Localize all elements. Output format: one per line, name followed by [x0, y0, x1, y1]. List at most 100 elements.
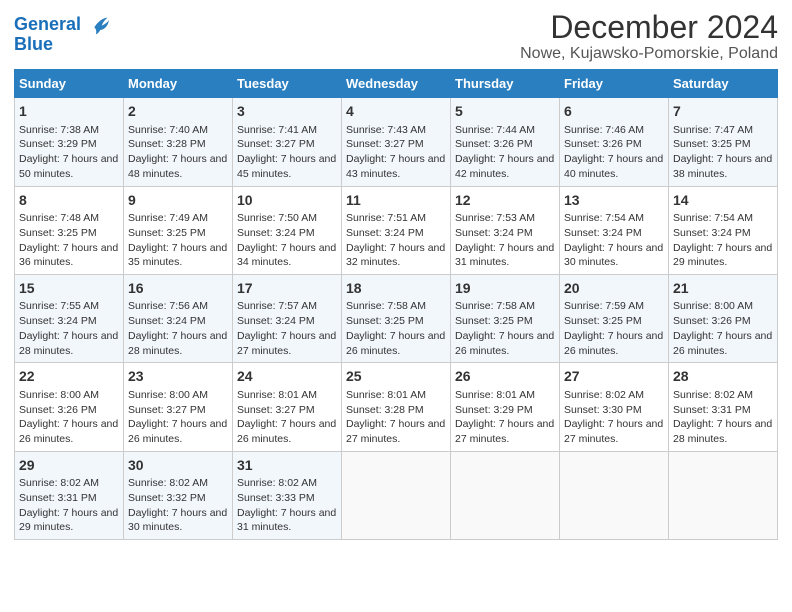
- sunrise-text: Sunrise: 8:01 AM: [346, 389, 426, 401]
- logo: General Blue: [14, 14, 109, 55]
- daylight-text: Daylight: 7 hours and 26 minutes.: [346, 330, 445, 357]
- daylight-text: Daylight: 7 hours and 27 minutes.: [564, 418, 663, 445]
- daylight-text: Daylight: 7 hours and 29 minutes.: [673, 242, 772, 269]
- sunset-text: Sunset: 3:29 PM: [455, 404, 533, 416]
- sunrise-text: Sunrise: 8:01 AM: [237, 389, 317, 401]
- sunrise-text: Sunrise: 7:54 AM: [564, 212, 644, 224]
- day-number: 2: [128, 102, 228, 122]
- day-number: 27: [564, 367, 664, 387]
- calendar-cell: 9Sunrise: 7:49 AMSunset: 3:25 PMDaylight…: [124, 186, 233, 274]
- calendar-cell: 13Sunrise: 7:54 AMSunset: 3:24 PMDayligh…: [560, 186, 669, 274]
- calendar-cell: 11Sunrise: 7:51 AMSunset: 3:24 PMDayligh…: [342, 186, 451, 274]
- day-number: 30: [128, 456, 228, 476]
- daylight-text: Daylight: 7 hours and 36 minutes.: [19, 242, 118, 269]
- sunrise-text: Sunrise: 8:02 AM: [128, 477, 208, 489]
- daylight-text: Daylight: 7 hours and 45 minutes.: [237, 153, 336, 180]
- day-number: 10: [237, 191, 337, 211]
- sunrise-text: Sunrise: 7:47 AM: [673, 124, 753, 136]
- calendar-cell: 7Sunrise: 7:47 AMSunset: 3:25 PMDaylight…: [669, 98, 778, 186]
- calendar-week-1: 1Sunrise: 7:38 AMSunset: 3:29 PMDaylight…: [15, 98, 778, 186]
- daylight-text: Daylight: 7 hours and 43 minutes.: [346, 153, 445, 180]
- sunset-text: Sunset: 3:30 PM: [564, 404, 642, 416]
- sunset-text: Sunset: 3:26 PM: [564, 138, 642, 150]
- calendar-cell: 29Sunrise: 8:02 AMSunset: 3:31 PMDayligh…: [15, 451, 124, 539]
- daylight-text: Daylight: 7 hours and 26 minutes.: [128, 418, 227, 445]
- sunrise-text: Sunrise: 7:56 AM: [128, 300, 208, 312]
- calendar-cell: [451, 451, 560, 539]
- sunrise-text: Sunrise: 7:51 AM: [346, 212, 426, 224]
- daylight-text: Daylight: 7 hours and 26 minutes.: [455, 330, 554, 357]
- day-number: 12: [455, 191, 555, 211]
- calendar-cell: 1Sunrise: 7:38 AMSunset: 3:29 PMDaylight…: [15, 98, 124, 186]
- calendar-week-4: 22 Sunrise: 8:00 AM Sunset: 3:26 PM Dayligh…: [15, 363, 778, 451]
- calendar-cell: 30Sunrise: 8:02 AMSunset: 3:32 PMDayligh…: [124, 451, 233, 539]
- sunset-text: Sunset: 3:27 PM: [346, 138, 424, 150]
- daylight-text: Daylight: 7 hours and 48 minutes.: [128, 153, 227, 180]
- sunset-text: Sunset: 3:24 PM: [19, 315, 97, 327]
- sunset-text: Sunset: 3:24 PM: [346, 227, 424, 239]
- day-number: 1: [19, 102, 119, 122]
- day-number: 13: [564, 191, 664, 211]
- sunset-text: Sunset: 3:25 PM: [455, 315, 533, 327]
- day-number: 25: [346, 367, 446, 387]
- sunrise-text: Sunrise: 7:46 AM: [564, 124, 644, 136]
- calendar-cell: 31Sunrise: 8:02 AMSunset: 3:33 PMDayligh…: [233, 451, 342, 539]
- sunrise-text: Sunrise: 8:02 AM: [237, 477, 317, 489]
- daylight-text: Daylight: 7 hours and 40 minutes.: [564, 153, 663, 180]
- sunrise-text: Sunrise: 8:00 AM: [19, 389, 99, 401]
- day-number: 7: [673, 102, 773, 122]
- sunset-text: Sunset: 3:24 PM: [673, 227, 751, 239]
- header-friday: Friday: [560, 70, 669, 98]
- calendar-cell: 22Sunrise: 8:00 AMSunset: 3:26 PMDayligh…: [15, 363, 124, 451]
- sunset-text: Sunset: 3:24 PM: [564, 227, 642, 239]
- sunrise-text: Sunrise: 7:38 AM: [19, 124, 99, 136]
- sunset-text: Sunset: 3:33 PM: [237, 492, 315, 504]
- header-row: General Blue December 2024 Nowe, Kujawsk…: [14, 10, 778, 63]
- day-number: 20: [564, 279, 664, 299]
- header-tuesday: Tuesday: [233, 70, 342, 98]
- day-number: 5: [455, 102, 555, 122]
- sunset-text: Sunset: 3:25 PM: [346, 315, 424, 327]
- daylight-text: Daylight: 7 hours and 34 minutes.: [237, 242, 336, 269]
- sunset-text: Sunset: 3:31 PM: [673, 404, 751, 416]
- calendar-cell: 3Sunrise: 7:41 AMSunset: 3:27 PMDaylight…: [233, 98, 342, 186]
- day-number: 24: [237, 367, 337, 387]
- sunrise-text: Sunrise: 7:44 AM: [455, 124, 535, 136]
- title-block: December 2024 Nowe, Kujawsko-Pomorskie, …: [520, 10, 778, 63]
- calendar-week-5: 29Sunrise: 8:02 AMSunset: 3:31 PMDayligh…: [15, 451, 778, 539]
- daylight-text: Daylight: 7 hours and 26 minutes.: [564, 330, 663, 357]
- sunset-text: Sunset: 3:26 PM: [455, 138, 533, 150]
- logo-line2: Blue: [14, 34, 109, 55]
- sunset-text: Sunset: 3:27 PM: [128, 404, 206, 416]
- calendar-cell: 8Sunrise: 7:48 AMSunset: 3:25 PMDaylight…: [15, 186, 124, 274]
- daylight-text: Daylight: 7 hours and 50 minutes.: [19, 153, 118, 180]
- sunset-text: Sunset: 3:25 PM: [128, 227, 206, 239]
- day-number: 4: [346, 102, 446, 122]
- sunrise-text: Sunrise: 7:58 AM: [455, 300, 535, 312]
- day-number: 23: [128, 367, 228, 387]
- daylight-text: Daylight: 7 hours and 27 minutes.: [455, 418, 554, 445]
- sunset-text: Sunset: 3:26 PM: [19, 404, 97, 416]
- daylight-text: Daylight: 7 hours and 29 minutes.: [19, 507, 118, 534]
- daylight-text: Daylight: 7 hours and 27 minutes.: [237, 330, 336, 357]
- calendar-cell: [669, 451, 778, 539]
- sunrise-text: Sunrise: 7:50 AM: [237, 212, 317, 224]
- sunset-text: Sunset: 3:27 PM: [237, 138, 315, 150]
- page-title: December 2024: [520, 10, 778, 45]
- page-subtitle: Nowe, Kujawsko-Pomorskie, Poland: [520, 45, 778, 63]
- calendar-cell: 27Sunrise: 8:02 AMSunset: 3:30 PMDayligh…: [560, 363, 669, 451]
- calendar-cell: [342, 451, 451, 539]
- daylight-text: Daylight: 7 hours and 42 minutes.: [455, 153, 554, 180]
- daylight-text: Daylight: 7 hours and 38 minutes.: [673, 153, 772, 180]
- sunrise-text: Sunrise: 7:41 AM: [237, 124, 317, 136]
- day-number: 22: [19, 367, 119, 387]
- day-number: 14: [673, 191, 773, 211]
- calendar-cell: 28Sunrise: 8:02 AMSunset: 3:31 PMDayligh…: [669, 363, 778, 451]
- day-number: 6: [564, 102, 664, 122]
- calendar-week-3: 15Sunrise: 7:55 AMSunset: 3:24 PMDayligh…: [15, 274, 778, 362]
- day-number: 17: [237, 279, 337, 299]
- calendar-cell: 5 Sunrise: 7:44 AM Sunset: 3:26 PM Daylight…: [451, 98, 560, 186]
- sunrise-text: Sunrise: 7:59 AM: [564, 300, 644, 312]
- header-sunday: Sunday: [15, 70, 124, 98]
- daylight-text: Daylight: 7 hours and 26 minutes.: [237, 418, 336, 445]
